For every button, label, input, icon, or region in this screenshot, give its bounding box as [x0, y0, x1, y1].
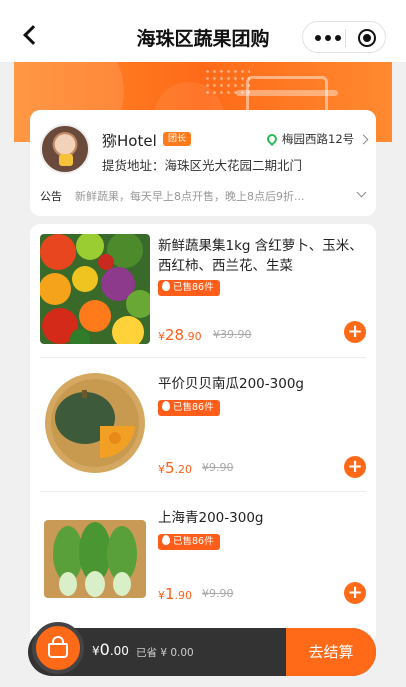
product-name: 新鲜蔬果集1kg 含红萝卜、玉米、西红柿、西兰花、生菜 [158, 238, 363, 274]
flame-icon [162, 401, 170, 411]
product-price: ¥5.20 [158, 459, 193, 477]
product-list: 新鲜蔬果集1kg 含红萝卜、玉米、西红柿、西兰花、生菜 已售86件 ¥28.90… [30, 224, 376, 644]
original-price: ¥39.90 [213, 328, 252, 341]
product-price: ¥28.90 [158, 326, 202, 344]
product-image-pumpkin[interactable] [40, 368, 150, 478]
location-pin-icon [264, 131, 280, 147]
product-item[interactable]: 平价贝贝南瓜200-300g 已售86件 ¥5.20 ¥9.90 + [30, 358, 376, 492]
original-price: ¥9.90 [202, 461, 234, 474]
more-icon[interactable] [315, 35, 341, 41]
product-item[interactable]: 新鲜蔬果集1kg 含红萝卜、玉米、西红柿、西兰花、生菜 已售86件 ¥28.90… [30, 224, 376, 358]
product-price: ¥1.90 [158, 585, 193, 603]
add-to-cart-button[interactable]: + [344, 321, 366, 343]
product-item[interactable]: 上海青200-300g 已售86件 ¥1.90 ¥9.90 + [30, 492, 376, 632]
leader-name: 猕Hotel [102, 132, 157, 150]
product-image-vegetables[interactable] [40, 234, 150, 344]
flame-icon [162, 281, 170, 291]
avatar [40, 124, 90, 174]
cart-total: ¥0.00 [92, 640, 129, 659]
original-price: ¥9.90 [202, 587, 234, 600]
miniprogram-capsule [302, 21, 386, 53]
pickup-address: 提货地址：海珠区光大花园二期北门 [102, 158, 303, 173]
checkout-button[interactable]: 去结算 [286, 628, 376, 676]
basket-icon [48, 643, 68, 658]
product-image-bok-choy[interactable] [40, 502, 150, 612]
target-icon[interactable] [358, 29, 376, 47]
notice-label: 公告 [40, 190, 62, 203]
capsule-divider [345, 29, 346, 47]
sold-badge: 已售86件 [158, 280, 220, 296]
product-name: 上海青200-300g [158, 510, 264, 526]
product-name: 平价贝贝南瓜200-300g [158, 376, 304, 392]
chevron-right-icon[interactable] [358, 134, 369, 145]
flame-icon [162, 535, 170, 545]
location-link[interactable]: 梅园西路12号 [282, 131, 354, 147]
leader-badge: 团长 [163, 132, 192, 146]
notice-text[interactable]: 新鲜蔬果，每天早上8点开售，晚上8点后9折... [75, 188, 347, 204]
sold-badge: 已售86件 [158, 534, 220, 550]
add-to-cart-button[interactable]: + [344, 582, 366, 604]
navigation-bar: 海珠区蔬果团购 [0, 0, 406, 62]
chevron-down-icon[interactable] [356, 187, 367, 198]
cart-button[interactable] [32, 622, 84, 674]
sold-badge: 已售86件 [158, 400, 220, 416]
group-leader-card: 猕Hotel 团长 梅园西路12号 提货地址：海珠区光大花园二期北门 公告 新鲜… [30, 110, 376, 216]
add-to-cart-button[interactable]: + [344, 456, 366, 478]
cart-saved: 已省 ¥ 0.00 [136, 647, 194, 659]
